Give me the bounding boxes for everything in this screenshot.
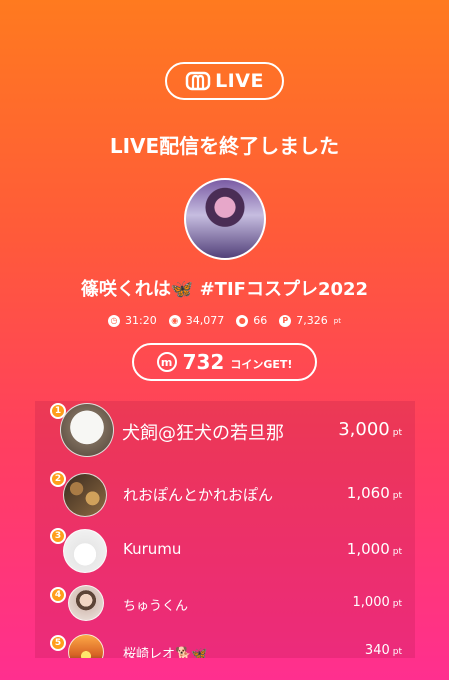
comment-icon: ●: [236, 314, 249, 327]
white-dog-icon: [60, 403, 114, 457]
m-logo-icon: [185, 71, 211, 91]
duration-stat: ◷ 31:20: [108, 314, 157, 327]
coin-suffix: コインGET!: [230, 358, 293, 371]
fan-points: 3,000 pt: [338, 419, 402, 440]
points-value: 7,326: [296, 314, 328, 327]
comments-value: 66: [253, 314, 268, 327]
ranking-row[interactable]: 4 ちゅうくん 1,000 pt: [35, 582, 415, 624]
fan-name: Kurumu: [123, 540, 182, 558]
points-unit: pt: [392, 647, 402, 657]
rank-badge: 3: [50, 528, 66, 544]
sunset-photo-icon: [68, 634, 104, 658]
clock-icon: ◷: [108, 314, 121, 327]
viewers-value: 34,077: [185, 314, 225, 327]
ranking-row[interactable]: 5 桜崎レオ🐕🦋 340 pt: [35, 630, 415, 658]
stream-title: 篠咲くれは🦋 #TIFコスプレ2022: [80, 279, 369, 300]
fan-name: 桜崎レオ🐕🦋: [123, 647, 208, 658]
points-value: 3,000: [338, 419, 390, 440]
points-icon: P: [279, 314, 292, 327]
points-value: 340: [364, 643, 390, 658]
cartoon-dog-icon: [63, 529, 107, 573]
live-logo: LIVE: [165, 62, 284, 100]
stream-ended-headline: LIVE配信を終了しました: [109, 134, 340, 158]
ranking-row[interactable]: 3 Kurumu 1,000 pt: [35, 525, 415, 573]
fan-name: 犬飼@狂犬の若旦那: [122, 423, 284, 444]
person-photo-icon: [68, 585, 104, 621]
stream-stats: ◷ 31:20 ◉ 34,077 ● 66 P 7,326 pt: [0, 314, 449, 327]
streamer-avatar: [184, 178, 266, 260]
points-value: 1,060: [346, 484, 390, 502]
duration-value: 31:20: [125, 314, 157, 327]
points-unit: pt: [392, 547, 402, 557]
viewers-stat: ◉ 34,077: [168, 314, 225, 327]
rank-badge: 2: [50, 471, 66, 487]
coin-reward-button[interactable]: m 732 コインGET!: [132, 343, 317, 381]
points-unit: pt: [392, 428, 402, 438]
fan-points: 1,060 pt: [347, 484, 402, 502]
fan-name: れおぽんとかれおぽん: [123, 486, 274, 504]
live-label: LIVE: [215, 70, 264, 92]
points-stat: P 7,326 pt: [279, 314, 341, 327]
food-photo-icon: [63, 473, 107, 517]
coin-icon: m: [156, 352, 177, 372]
viewers-icon: ◉: [168, 314, 181, 327]
comments-stat: ● 66: [236, 314, 267, 327]
fan-name: ちゅうくん: [123, 599, 189, 614]
fan-points: 1,000 pt: [347, 540, 402, 558]
points-value: 1,000: [352, 595, 390, 610]
ranking-row[interactable]: 2 れおぽんとかれおぽん 1,060 pt: [35, 469, 415, 517]
points-unit: pt: [333, 316, 341, 325]
fan-points: 340 pt: [365, 643, 402, 658]
fan-points: 1,000 pt: [353, 595, 402, 610]
rank-badge: 4: [50, 587, 66, 603]
coin-value: 732: [182, 350, 225, 374]
rank-badge: 5: [50, 635, 66, 651]
points-unit: pt: [392, 599, 402, 609]
ranking-row[interactable]: 1 犬飼@狂犬の若旦那 3,000 pt: [35, 401, 415, 457]
points-unit: pt: [392, 491, 402, 501]
points-value: 1,000: [346, 540, 390, 558]
fan-ranking-list: 1 犬飼@狂犬の若旦那 3,000 pt 2 れおぽんとかれおぽん 1,060 pt…: [35, 401, 415, 658]
